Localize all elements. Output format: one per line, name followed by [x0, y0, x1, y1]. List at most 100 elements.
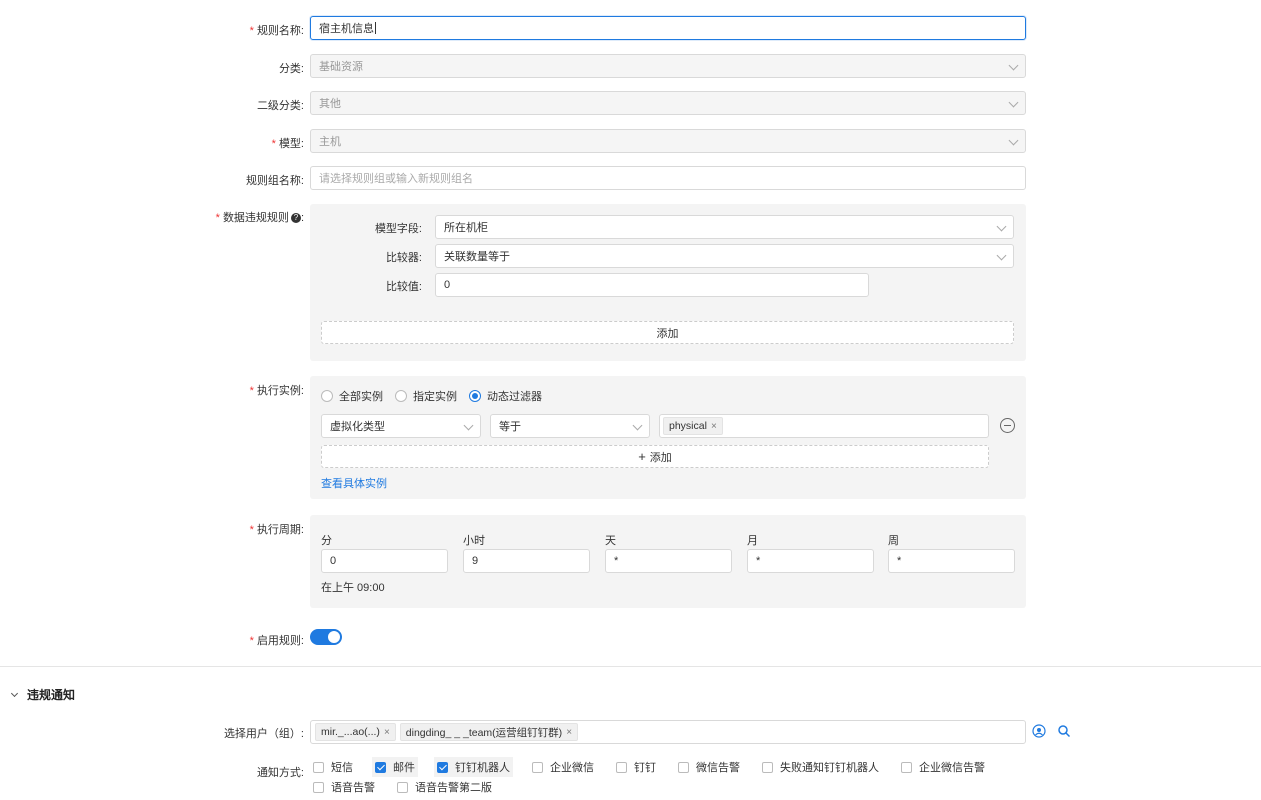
user-tag: mir._...ao(...) × [315, 723, 396, 741]
add-filter-button[interactable]: + 添加 [321, 445, 989, 468]
method-voice-alert-checkbox[interactable]: 语音告警 [310, 777, 378, 797]
select-users-input[interactable]: mir._...ao(...) × dingding_ _ _team(运营组钉钉… [310, 720, 1026, 744]
compare-value-label: 比较值: [385, 281, 422, 293]
notify-title: 违规通知 [27, 688, 76, 702]
checkbox-box [678, 761, 689, 773]
violation-rule-panel: 模型字段: 所在机柜 比较器: 关联数量等于 比较值: 0 添加 [310, 204, 1026, 361]
radio-dot-selected [469, 390, 481, 402]
rule-name-label: * 规则名称: [249, 25, 304, 37]
search-icon[interactable] [1057, 724, 1071, 738]
notify-section-header[interactable]: 违规通知 [10, 686, 76, 703]
checkbox-box [397, 781, 408, 793]
rule-group-input[interactable]: 请选择规则组或输入新规则组名 [310, 166, 1026, 190]
compare-value-input[interactable]: 0 [435, 273, 869, 297]
cron-hour-input[interactable]: 9 [463, 549, 590, 573]
select-users-label: 选择用户（组）: [223, 728, 304, 740]
cron-month-input[interactable]: * [747, 549, 874, 573]
cron-minute-label: 分 [321, 535, 332, 547]
category-label: 分类: [278, 63, 304, 75]
exec-instance-label: * 执行实例: [249, 385, 304, 397]
cron-week-label: 周 [888, 535, 899, 547]
instance-radio-group: 全部实例 指定实例 动态过滤器 [321, 388, 554, 404]
method-dingtalk-robot-checkbox[interactable]: 钉钉机器人 [434, 757, 513, 777]
required-mark: * [249, 524, 254, 536]
plus-icon: + [638, 449, 646, 464]
remove-filter-icon[interactable] [1000, 418, 1015, 433]
method-wechat-alert-checkbox[interactable]: 微信告警 [675, 757, 743, 777]
chevron-down-icon [1008, 135, 1019, 146]
rule-group-label: 规则组名称: [245, 175, 304, 187]
radio-dynamic-filter[interactable]: 动态过滤器 [469, 388, 542, 404]
category-select[interactable]: 基础资源 [310, 54, 1026, 78]
model-label: * 模型: [271, 138, 304, 150]
rule-name-input[interactable]: 宿主机信息 [310, 16, 1026, 40]
toggle-knob [328, 631, 340, 643]
comparator-select[interactable]: 关联数量等于 [435, 244, 1014, 268]
required-mark: * [249, 25, 254, 37]
schedule-label: * 执行周期: [249, 524, 304, 536]
help-icon[interactable]: ? [290, 213, 301, 224]
close-icon[interactable]: × [384, 727, 390, 738]
filter-field-select[interactable]: 虚拟化类型 [321, 414, 481, 438]
sub-category-label: 二级分类: [256, 100, 304, 112]
section-divider [0, 666, 1261, 667]
notify-method-label: 通知方式: [256, 767, 304, 779]
checkbox-box-checked [375, 761, 386, 773]
required-mark: * [249, 635, 254, 647]
method-dingtalk-checkbox[interactable]: 钉钉 [613, 757, 659, 777]
chevron-down-icon [10, 689, 19, 697]
method-voice-alert-v2-checkbox[interactable]: 语音告警第二版 [394, 777, 495, 797]
chevron-down-icon [632, 420, 643, 431]
method-wecom-alert-checkbox[interactable]: 企业微信告警 [898, 757, 988, 777]
required-mark: * [249, 385, 254, 397]
model-field-select[interactable]: 所在机柜 [435, 215, 1014, 239]
radio-dot [395, 390, 407, 402]
cron-day-label: 天 [605, 535, 616, 547]
cron-hour-label: 小时 [463, 535, 485, 547]
cron-minute-input[interactable]: 0 [321, 549, 448, 573]
required-mark: * [271, 138, 276, 150]
exec-instance-panel: 全部实例 指定实例 动态过滤器 虚拟化类型 等于 physical × + 添加 查… [310, 376, 1026, 499]
checkbox-box [901, 761, 912, 773]
filter-value-tag: physical × [663, 417, 723, 435]
model-select[interactable]: 主机 [310, 129, 1026, 153]
enable-rule-toggle[interactable] [310, 629, 342, 645]
schedule-panel: 分 小时 天 月 周 0 9 * * * 在上午 09:00 [310, 515, 1026, 608]
cron-month-label: 月 [747, 535, 758, 547]
chevron-down-icon [996, 250, 1007, 261]
comparator-label: 比较器: [385, 252, 422, 264]
checkbox-box [532, 761, 543, 773]
user-tag: dingding_ _ _team(运营组钉钉群) × [399, 723, 579, 741]
close-icon[interactable]: × [566, 727, 572, 738]
model-field-label: 模型字段: [374, 223, 422, 235]
user-group-icon[interactable] [1032, 724, 1046, 738]
add-rule-button[interactable]: 添加 [321, 321, 1014, 344]
checkbox-box [616, 761, 627, 773]
checkbox-box [313, 761, 324, 773]
method-fail-dingtalk-robot-checkbox[interactable]: 失败通知钉钉机器人 [759, 757, 882, 777]
filter-value-input[interactable]: physical × [659, 414, 989, 438]
method-email-checkbox[interactable]: 邮件 [372, 757, 418, 777]
checkbox-box [762, 761, 773, 773]
sub-category-select[interactable]: 其他 [310, 91, 1026, 115]
chevron-down-icon [1008, 97, 1019, 108]
view-instances-link[interactable]: 查看具体实例 [321, 475, 387, 491]
radio-specified-instances[interactable]: 指定实例 [395, 388, 457, 404]
cron-day-input[interactable]: * [605, 549, 732, 573]
checkbox-box-checked [437, 761, 448, 773]
notify-method-group: 短信 邮件 钉钉机器人 企业微信 钉钉 微信告警 失败通知钉钉机器人 企业微信告… [310, 757, 1030, 797]
checkbox-box [313, 781, 324, 793]
required-mark: * [215, 212, 220, 224]
method-wecom-checkbox[interactable]: 企业微信 [529, 757, 597, 777]
cron-week-input[interactable]: * [888, 549, 1015, 573]
radio-all-instances[interactable]: 全部实例 [321, 388, 383, 404]
method-sms-checkbox[interactable]: 短信 [310, 757, 356, 777]
chevron-down-icon [463, 420, 474, 431]
chevron-down-icon [996, 221, 1007, 232]
filter-operator-select[interactable]: 等于 [490, 414, 650, 438]
close-icon[interactable]: × [711, 421, 717, 432]
chevron-down-icon [1008, 60, 1019, 71]
schedule-summary: 在上午 09:00 [321, 582, 385, 594]
radio-dot [321, 390, 333, 402]
violation-rule-label: * 数据违规规则?: [215, 212, 304, 224]
